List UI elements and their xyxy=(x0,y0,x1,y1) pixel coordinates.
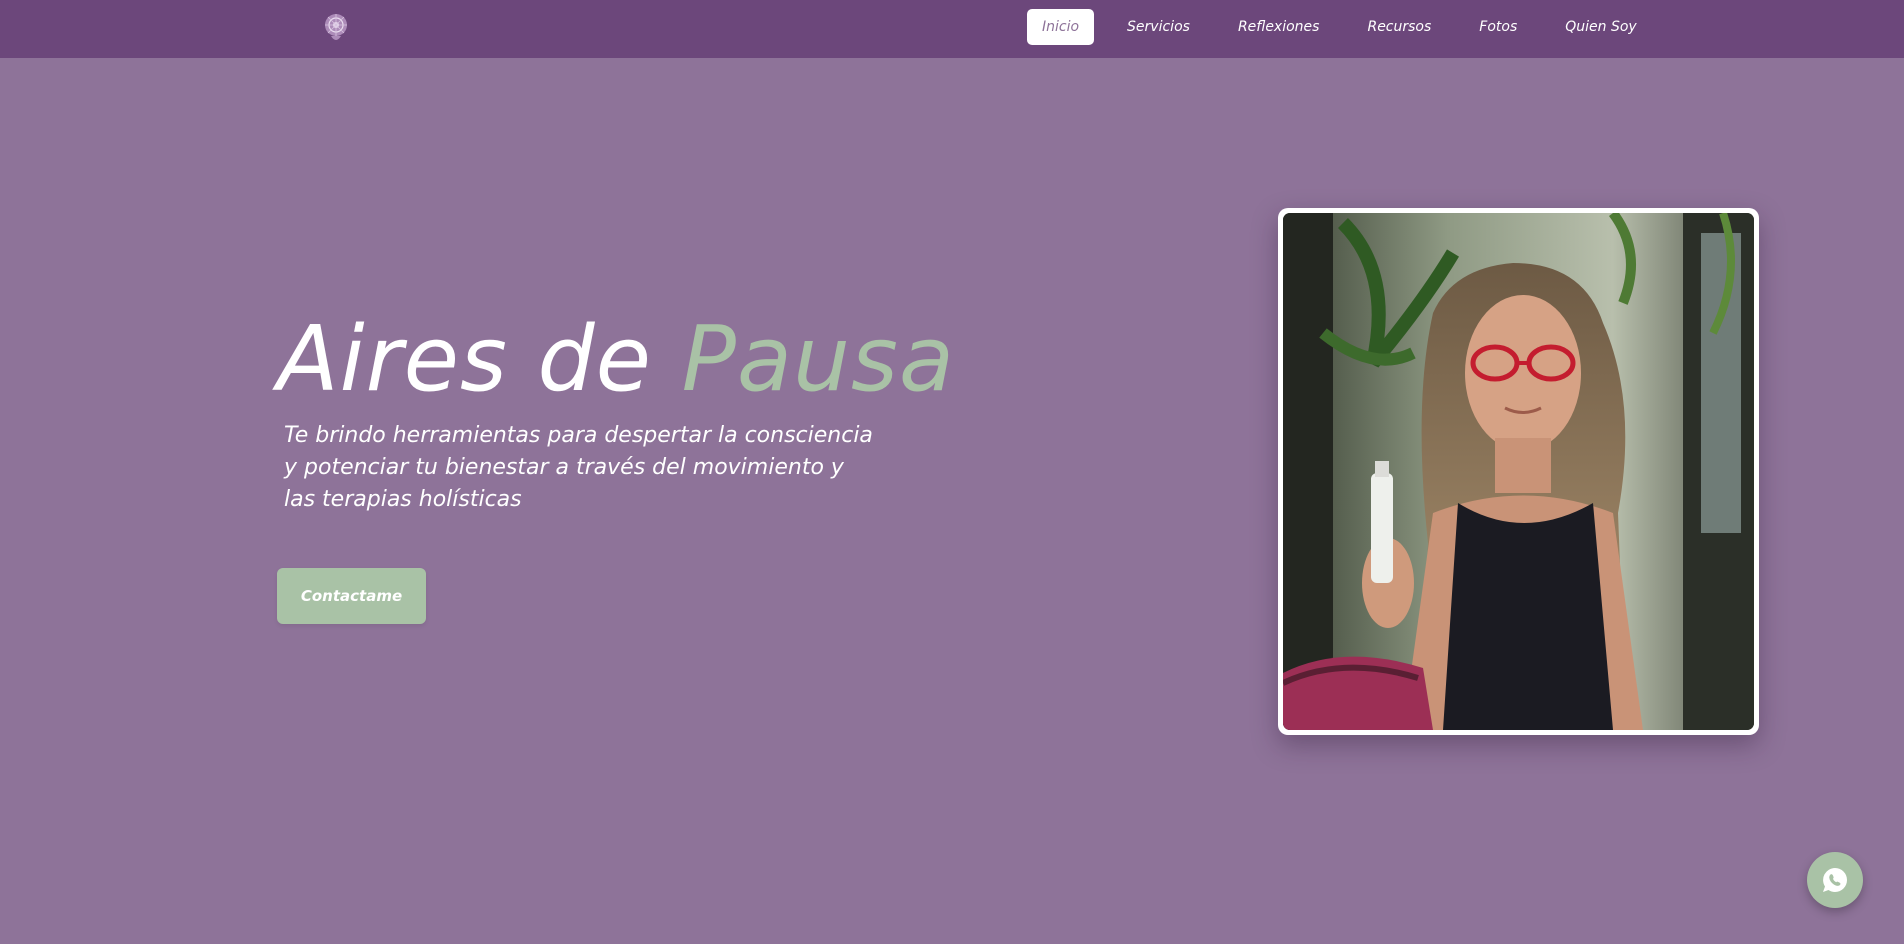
hero-title-main: Aires de xyxy=(277,307,682,412)
mandala-logo-icon[interactable] xyxy=(322,11,350,45)
hero-subtitle: Te brindo herramientas para despertar la… xyxy=(284,423,873,512)
hero-title: Aires de Pausa xyxy=(277,300,955,420)
nav-item-fotos[interactable]: Fotos xyxy=(1464,9,1532,45)
nav-item-recursos[interactable]: Recursos xyxy=(1352,9,1446,45)
main-nav: Inicio Servicios Reflexiones Recursos Fo… xyxy=(1027,9,1670,45)
whatsapp-button[interactable] xyxy=(1807,852,1863,908)
whatsapp-icon xyxy=(1823,868,1847,892)
nav-item-inicio[interactable]: Inicio xyxy=(1027,9,1095,45)
nav-item-quien-soy[interactable]: Quien Soy xyxy=(1550,9,1651,45)
top-navbar: Inicio Servicios Reflexiones Recursos Fo… xyxy=(0,0,1904,58)
nav-item-servicios[interactable]: Servicios xyxy=(1112,9,1205,45)
portrait-photo xyxy=(1283,213,1754,730)
contact-button[interactable]: Contactame xyxy=(277,568,426,624)
nav-item-reflexiones[interactable]: Reflexiones xyxy=(1223,9,1335,45)
portrait-frame xyxy=(1278,208,1759,735)
hero-title-accent: Pausa xyxy=(681,307,956,412)
